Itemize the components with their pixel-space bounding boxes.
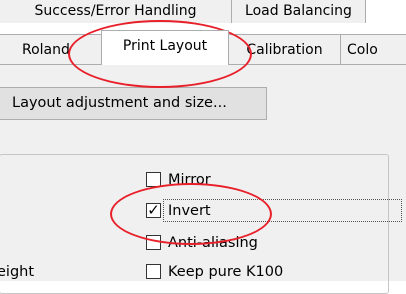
tab-roland[interactable]: Roland [0,34,103,65]
tab-load-balancing[interactable]: Load Balancing [231,0,366,23]
tab-print-layout[interactable]: Print Layout [101,30,229,65]
invert-label: Invert [168,203,211,219]
tab-label: Calibration [246,42,323,58]
tab-label: Colo [347,42,378,58]
tab-label: Success/Error Handling [34,3,197,19]
mirror-checkbox[interactable] [146,172,161,187]
tab-label: Load Balancing [245,3,352,19]
keep-pure-k100-checkbox[interactable] [146,264,161,279]
tab-calibration[interactable]: Calibration [228,34,341,65]
anti-aliasing-label: Anti-aliasing [168,235,258,251]
anti-aliasing-checkbox[interactable] [146,235,161,250]
tab-label: Print Layout [122,38,208,54]
tab-success-error-handling[interactable]: Success/Error Handling [0,0,232,23]
layout-adjustment-label: Layout adjustment and size... [12,95,227,111]
tab-label: Roland [22,42,70,58]
invert-checkbox[interactable]: ✓ [146,203,161,218]
partial-label: eight [0,264,35,280]
layout-adjustment-button[interactable]: Layout adjustment and size... [0,87,267,120]
tab-color[interactable]: Colo [340,34,406,65]
keep-pure-k100-label: Keep pure K100 [168,264,284,280]
mirror-label: Mirror [168,172,211,188]
